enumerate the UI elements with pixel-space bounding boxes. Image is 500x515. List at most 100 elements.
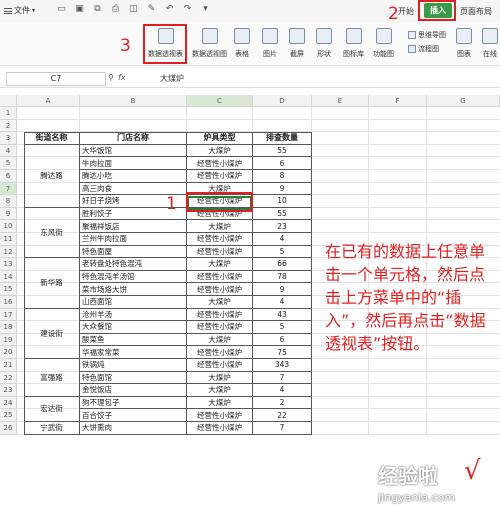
row-header-20[interactable]: 20	[0, 346, 17, 359]
row-header-11[interactable]: 11	[0, 233, 17, 246]
table-header-cell[interactable]: 街道名称	[24, 132, 80, 145]
row-header-5[interactable]: 5	[0, 157, 17, 170]
stove-type-cell[interactable]: 大煤炉	[187, 296, 253, 309]
count-cell[interactable]: 8	[253, 170, 312, 183]
store-name-cell[interactable]: 金悦饭店	[80, 384, 187, 397]
column-header-f[interactable]: F	[369, 95, 427, 107]
table-header-cell[interactable]: 排查数量	[253, 132, 312, 145]
store-name-cell[interactable]: 老转盘处特色混沌	[80, 258, 187, 271]
store-name-cell[interactable]: 特色混沌羊汤馆	[80, 270, 187, 284]
stove-type-cell[interactable]: 经营性小煤炉	[187, 409, 253, 422]
store-name-cell[interactable]: 胜利饺子	[80, 207, 187, 221]
row-header-26[interactable]: 26	[0, 422, 17, 435]
screenshot-button[interactable]: 截屏	[289, 28, 305, 59]
column-header-b[interactable]: B	[80, 95, 187, 107]
stove-type-cell[interactable]: 经营性小煤炉	[187, 233, 253, 246]
row-header-6[interactable]: 6	[0, 170, 17, 183]
stove-type-cell[interactable]: 经营性小煤炉	[187, 359, 253, 372]
row-header-4[interactable]: 4	[0, 144, 17, 158]
file-menu[interactable]: 文件 ▾	[4, 5, 35, 16]
stove-type-cell[interactable]: 大煤炉	[187, 371, 253, 385]
table-header-cell[interactable]: 门店名称	[80, 132, 187, 145]
row-header-17[interactable]: 17	[0, 308, 17, 322]
store-name-cell[interactable]: 高三肉食	[80, 182, 187, 196]
row-header-22[interactable]: 22	[0, 371, 17, 385]
store-name-cell[interactable]: 百合饺子	[80, 409, 187, 422]
count-cell[interactable]: 55	[253, 144, 312, 158]
row-header-18[interactable]: 18	[0, 321, 17, 334]
street-name-cell[interactable]: 腾达路	[24, 144, 80, 208]
row-header-21[interactable]: 21	[0, 359, 17, 372]
count-cell[interactable]: 7	[253, 422, 312, 435]
row-header-25[interactable]: 25	[0, 409, 17, 422]
stove-type-cell[interactable]: 大煤炉	[187, 396, 253, 410]
count-cell[interactable]: 78	[253, 270, 312, 284]
street-name-cell[interactable]: 富强路	[24, 359, 80, 397]
row-header-8[interactable]: 8	[0, 195, 17, 208]
stove-type-cell[interactable]: 大煤炉	[187, 384, 253, 397]
column-header-c[interactable]: C	[187, 95, 253, 107]
count-cell[interactable]: 4	[253, 296, 312, 309]
street-name-cell[interactable]: 宏达街	[24, 396, 80, 422]
stove-type-cell[interactable]: 大煤炉	[187, 220, 253, 233]
street-name-cell[interactable]: 东风街	[24, 207, 80, 259]
preview-icon[interactable]: ◫	[128, 4, 139, 15]
open-folder-icon[interactable]: ▭	[56, 4, 67, 15]
row-header-12[interactable]: 12	[0, 245, 17, 259]
count-cell[interactable]: 9	[253, 283, 312, 296]
store-name-cell[interactable]: 好日子烧烤	[80, 195, 187, 208]
icon-library-button[interactable]: 图标库	[343, 28, 364, 59]
store-name-cell[interactable]: 大华饭馆	[80, 144, 187, 158]
zoom-icon[interactable]: ⚲	[108, 73, 114, 82]
count-cell[interactable]: 23	[253, 220, 312, 233]
undo-icon[interactable]: ↶	[164, 4, 175, 15]
stove-type-cell[interactable]: 经营性小煤炉	[187, 346, 253, 359]
select-all-corner[interactable]	[0, 95, 17, 107]
chart-button[interactable]: 图表	[456, 28, 472, 59]
row-header-24[interactable]: 24	[0, 396, 17, 410]
store-name-cell[interactable]: 牛肉拉面	[80, 157, 187, 170]
column-header-a[interactable]: A	[17, 95, 80, 107]
count-cell[interactable]: 4	[253, 384, 312, 397]
print-icon[interactable]: ⎙	[110, 4, 121, 15]
row-header-15[interactable]: 15	[0, 283, 17, 296]
stove-type-cell[interactable]: 经营性小煤炉	[187, 270, 253, 284]
redo-icon[interactable]: ↷	[182, 4, 193, 15]
format-painter-icon[interactable]: ✎	[146, 4, 157, 15]
store-name-cell[interactable]: 大众餐馆	[80, 321, 187, 334]
online-button[interactable]: 在线	[482, 28, 498, 59]
count-cell[interactable]: 5	[253, 245, 312, 259]
stove-type-cell[interactable]: 大煤炉	[187, 144, 253, 158]
export-icon[interactable]: ⧉	[92, 4, 103, 15]
row-header-3[interactable]: 3	[0, 132, 17, 145]
pivot-chart-button[interactable]: 数据透视图	[192, 28, 227, 59]
store-name-cell[interactable]: 大饼熏肉	[80, 422, 187, 435]
store-name-cell[interactable]: 菜市场烙大饼	[80, 283, 187, 296]
tab-page-layout[interactable]: 页面布局	[460, 6, 492, 17]
count-cell[interactable]: 9	[253, 182, 312, 196]
picture-button[interactable]: 图片	[262, 28, 278, 59]
stove-type-cell[interactable]: 经营性小煤炉	[187, 308, 253, 322]
store-name-cell[interactable]: 沧州羊汤	[80, 308, 187, 322]
count-cell[interactable]: 75	[253, 346, 312, 359]
column-header-e[interactable]: E	[312, 95, 369, 107]
row-header-13[interactable]: 13	[0, 258, 17, 271]
store-name-cell[interactable]: 特色面屋	[80, 245, 187, 259]
store-name-cell[interactable]: 特色面馆	[80, 371, 187, 385]
count-cell[interactable]: 66	[253, 258, 312, 271]
function-chart-button[interactable]: 功能图	[373, 28, 394, 59]
column-header-g[interactable]: G	[427, 95, 500, 107]
row-header-9[interactable]: 9	[0, 207, 17, 221]
table-header-cell[interactable]: 炉具类型	[187, 132, 253, 145]
count-cell[interactable]: 343	[253, 359, 312, 372]
store-name-cell[interactable]: 酸菜鱼	[80, 333, 187, 347]
store-name-cell[interactable]: 兰州牛肉拉面	[80, 233, 187, 246]
row-header-14[interactable]: 14	[0, 270, 17, 284]
flowchart-button[interactable]: 流程图	[408, 44, 439, 54]
row-header-10[interactable]: 10	[0, 220, 17, 233]
stove-type-cell[interactable]: 经营性小煤炉	[187, 157, 253, 170]
more-icon[interactable]: ▾	[200, 4, 211, 15]
count-cell[interactable]: 10	[253, 195, 312, 208]
count-cell[interactable]: 2	[253, 396, 312, 410]
street-name-cell[interactable]: 新华路	[24, 258, 80, 309]
